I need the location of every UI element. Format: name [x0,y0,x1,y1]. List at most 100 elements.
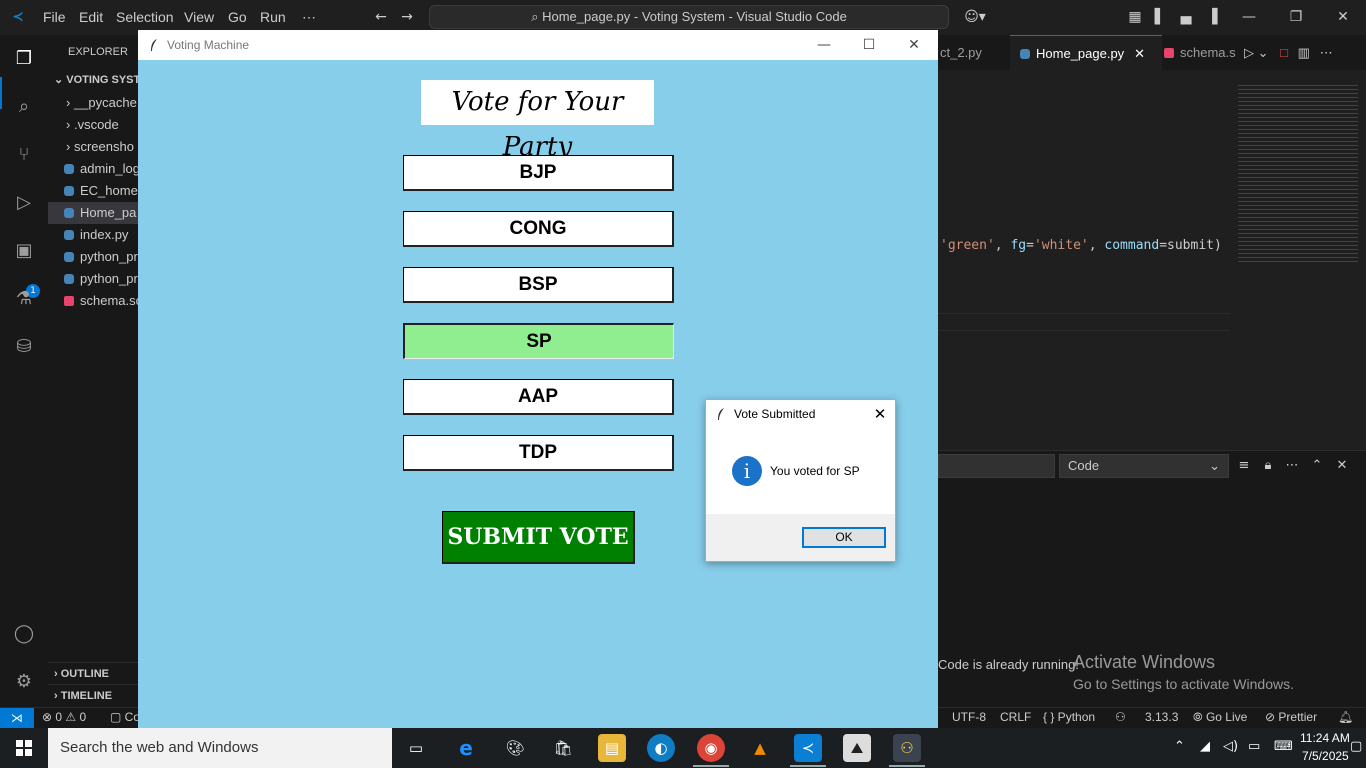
edge-legacy-icon[interactable]: e [452,734,480,762]
layout-icon[interactable]: ▦ [1126,8,1144,26]
command-center-search[interactable]: ⌕ Home_page.py - Voting System - Visual … [429,5,949,29]
tab-schema[interactable]: schema.s [1164,35,1254,70]
python-file-icon [64,230,74,240]
outline-section[interactable]: › OUTLINE [48,662,144,685]
close-tab-icon[interactable]: ✕ [1134,46,1145,61]
output-channel-select[interactable]: Code ⌄ [1059,454,1229,478]
remote-indicator-icon[interactable]: ⋊ [0,708,34,728]
maximize-panel-icon[interactable]: ⌃ [1309,458,1325,474]
explorer-icon[interactable]: ❐ [12,47,36,71]
close-panel-icon[interactable]: ✕ [1334,458,1350,474]
status-item-left[interactable]: ▢ Co [110,710,140,724]
chrome-icon[interactable]: ◉ [697,734,725,762]
timeline-section[interactable]: › TIMELINE [48,684,144,707]
menu-more[interactable]: ⋯ [302,9,316,26]
task-view-icon[interactable]: ▭ [402,734,430,762]
vscode-taskbar-icon[interactable]: ≺ [794,734,822,762]
tk-titlebar[interactable]: Voting Machine — ☐ ✕ [138,30,938,60]
submit-vote-button[interactable]: SUBMIT VOTE [442,511,635,564]
menu-go[interactable]: Go [228,9,247,25]
code-editor[interactable]: 'green', fg='white', command=submit) [938,70,1366,450]
volume-icon[interactable]: ◁) [1223,739,1238,754]
chevron-right-icon: › [66,95,74,110]
python-taskbar-icon[interactable]: ⚇ [893,734,921,762]
account-icon[interactable]: ◯ [12,622,36,646]
lock-icon[interactable]: 🔒︎ [1260,458,1276,474]
tk-close-icon[interactable]: ✕ [904,35,924,55]
photos-icon[interactable]: ⛰ [843,734,871,762]
encoding-status[interactable]: UTF-8 [952,710,986,724]
party-button-tdp[interactable]: TDP [403,435,674,471]
party-button-aap[interactable]: AAP [403,379,674,415]
paint-icon[interactable]: 🎨︎ [501,734,529,762]
party-button-cong[interactable]: CONG [403,211,674,247]
language-status[interactable]: { } Python [1043,710,1095,724]
toggle-sidebar-icon[interactable]: ▌ [1151,8,1169,26]
tk-minimize-icon[interactable]: — [814,35,834,55]
ok-button[interactable]: OK [802,527,886,548]
testing-icon[interactable]: ⚗ [12,287,36,311]
run-icon[interactable]: ▷ [1244,45,1254,60]
activation-watermark-subtitle: Go to Settings to activate Windows. [1073,676,1294,692]
notifications-icon[interactable]: ▢ [1350,739,1362,754]
chevron-down-icon[interactable]: ⌄ [1258,45,1269,60]
file-explorer-icon[interactable]: ▤ [598,734,626,762]
more-actions-icon[interactable]: ⋯ [1320,45,1333,60]
go-live-status[interactable]: ⦾ Go Live [1193,710,1247,725]
party-button-bjp[interactable]: BJP [403,155,674,191]
source-control-icon[interactable]: ⑂ [12,143,36,167]
forward-arrow-icon[interactable]: → [398,8,416,26]
chevron-right-icon: › [54,668,61,680]
party-button-bsp[interactable]: BSP [403,267,674,303]
voting-machine-window: Voting Machine — ☐ ✕ Vote for Your Party… [138,30,938,728]
run-debug-icon[interactable]: ▷ [12,191,36,215]
editor-tabs: ct_2.py Home_page.py ✕ schema.s ▷ ⌄ □ ▥ ⋯ [938,35,1366,71]
wifi-icon[interactable]: ◢ [1200,739,1210,754]
problems-status[interactable]: ⊗ 0 ⚠ 0 [42,710,86,724]
menu-run[interactable]: Run [260,9,286,25]
copilot-icon[interactable]: ☺▾ [962,8,988,26]
database-icon[interactable]: ⛁ [12,335,36,359]
toggle-panel-icon[interactable]: ▄ [1177,8,1195,26]
notifications-bell-icon[interactable]: 🔔︎ [1338,710,1353,724]
notification-toast[interactable]: Code is already running! [938,657,1079,672]
minimap[interactable] [1238,85,1358,265]
stop-icon[interactable]: □ [1280,45,1288,60]
vlc-icon[interactable]: ▲ [746,734,774,762]
python-version-status[interactable]: 3.13.3 [1145,710,1178,724]
toggle-secondary-sidebar-icon[interactable]: ▐ [1203,8,1221,26]
menu-selection[interactable]: Selection [116,9,174,25]
vote-submitted-dialog: Vote Submitted ✕ i You voted for SP OK [705,399,896,562]
search-icon[interactable]: ⌕ [12,95,36,119]
taskbar-date[interactable]: 7/5/2025 [1302,749,1349,763]
output-filter-input[interactable] [938,454,1055,478]
keyboard-icon[interactable]: ⌨ [1274,739,1293,754]
taskbar-time[interactable]: 11:24 AM [1300,731,1350,745]
settings-gear-icon[interactable]: ⚙ [12,670,36,694]
menu-edit[interactable]: Edit [79,9,103,25]
edge-icon[interactable]: ◐ [647,734,675,762]
word-wrap-icon[interactable]: ≡ [1236,458,1252,474]
show-hidden-icons-chevron-icon[interactable]: ⌃ [1174,739,1185,754]
tab-home-page[interactable]: Home_page.py ✕ [1010,35,1162,71]
battery-icon[interactable]: ▭ [1248,739,1260,754]
extensions-icon[interactable]: ▣ [12,239,36,263]
prettier-status[interactable]: ⊘ Prettier [1265,710,1317,724]
store-icon[interactable]: 🛍︎ [549,734,577,762]
eol-status[interactable]: CRLF [1000,710,1031,724]
project-folder[interactable]: ⌄ VOTING SYST [48,69,144,91]
party-button-sp[interactable]: SP [403,323,674,359]
menu-file[interactable]: File [43,9,66,25]
dialog-close-icon[interactable]: ✕ [870,404,890,424]
close-window-icon[interactable]: ✕ [1334,8,1352,26]
restore-icon[interactable]: ❐ [1287,8,1305,26]
windows-start-icon[interactable] [0,728,48,768]
back-arrow-icon[interactable]: ← [372,8,390,26]
taskbar-search-box[interactable]: Search the web and Windows [48,728,392,768]
tk-maximize-icon[interactable]: ☐ [859,35,879,55]
split-editor-icon[interactable]: ▥ [1298,45,1310,60]
tab-project-2[interactable]: ct_2.py [938,35,1010,70]
more-actions-icon[interactable]: ⋯ [1284,458,1300,474]
menu-view[interactable]: View [184,9,214,25]
minimize-icon[interactable]: — [1240,8,1258,26]
